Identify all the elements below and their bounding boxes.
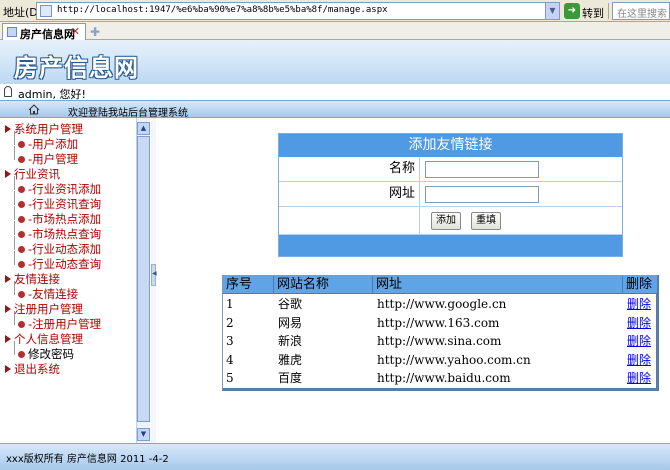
cell-url: http://www.yahoo.com.cn <box>377 352 531 367</box>
cell-url: http://www.163.com <box>377 315 500 330</box>
toolbar-divider <box>608 3 609 19</box>
cell-name: 雅虎 <box>278 352 303 367</box>
sidebar-item[interactable]: -注册用户管理 <box>4 311 132 332</box>
button-row-spacer <box>279 207 420 234</box>
table-row: 4 雅虎 http://www.yahoo.com.cn 删除 <box>223 351 657 370</box>
user-bar: admin, 您好! <box>0 84 670 101</box>
site-title: 房产信息网 <box>14 54 139 82</box>
cell-url: http://www.google.cn <box>377 297 507 311</box>
cell-id: 2 <box>226 315 234 330</box>
sidebar-section[interactable]: 个人信息管理 <box>4 332 132 347</box>
sidebar-section[interactable]: 退出系统 <box>4 362 132 377</box>
table-row: 5 百度 http://www.baidu.com 删除 <box>223 369 657 388</box>
cell-id: 5 <box>226 371 234 385</box>
reset-button[interactable]: 重填 <box>471 212 501 230</box>
sidebar-item[interactable]: -行业资讯添加 <box>4 176 132 197</box>
sidebar-item[interactable]: -友情连接 <box>4 281 132 302</box>
delete-link[interactable]: 删除 <box>627 369 651 388</box>
tab-bar: 房产信息网 ✕ ✚ <box>0 22 670 41</box>
cell-name: 谷歌 <box>278 297 303 311</box>
nav-welcome: 欢迎登陆我站后台管理系统 <box>68 108 188 119</box>
close-icon[interactable]: ✕ <box>71 25 80 38</box>
button-row: 添加 重填 <box>279 207 622 235</box>
tab-main[interactable]: 房产信息网 ✕ <box>2 23 86 41</box>
sidebar-scrollbar[interactable]: ▲ ▼ <box>136 118 150 443</box>
col-header-id: 序号 <box>223 276 274 294</box>
sidebar-item[interactable]: -市场热点添加 <box>4 206 132 227</box>
sidebar-section[interactable]: 系统用户管理 <box>4 122 132 137</box>
name-row: 名称 <box>279 157 622 182</box>
table-row: 1 谷歌 http://www.google.cn 删除 <box>223 295 657 314</box>
sidebar: 系统用户管理 -用户添加 -用户管理 行业资讯 -行业资讯添加 -行业资讯查询 -市场热点添… <box>0 118 150 443</box>
sidebar-section[interactable]: 注册用户管理 <box>4 302 132 317</box>
page-icon <box>7 27 17 37</box>
address-input[interactable]: http://localhost:1947/%e6%ba%90%e7%a8%8b… <box>36 2 560 20</box>
site-banner: 房产信息网 <box>0 40 670 84</box>
cell-id: 3 <box>226 334 234 348</box>
links-table: 序号 网站名称 网址 删除 1 谷歌 http://www.google.cn 删除 2… <box>222 275 659 391</box>
sidebar-section[interactable]: 行业资讯 <box>4 167 132 182</box>
add-link-form: 添加友情链接 名称 网址 添加 重填 <box>278 133 623 257</box>
form-title: 添加友情链接 <box>279 134 622 157</box>
delete-link[interactable]: 删除 <box>627 295 651 314</box>
address-bar: 地址(D) http://localhost:1947/%e6%ba%90%e7… <box>0 0 670 22</box>
name-label: 名称 <box>279 157 420 181</box>
chevron-down-icon[interactable]: ▼ <box>545 3 559 19</box>
footer: xxx版权所有 房产信息网 2011 -4-2 <box>0 443 670 470</box>
sidebar-section[interactable]: 友情连接 <box>4 272 132 287</box>
new-tab-icon[interactable]: ✚ <box>90 25 100 39</box>
add-button[interactable]: 添加 <box>431 212 461 230</box>
cell-id: 1 <box>226 297 234 311</box>
sidebar-menu: 系统用户管理 -用户添加 -用户管理 行业资讯 -行业资讯添加 -行业资讯查询 -市场热点添… <box>4 122 132 377</box>
table-row: 2 网易 http://www.163.com 删除 <box>223 314 657 333</box>
col-header-url: 网址 <box>373 276 623 294</box>
delete-link[interactable]: 删除 <box>627 314 651 333</box>
col-header-delete: 删除 <box>626 277 653 292</box>
sidebar-item[interactable]: 修改密码 <box>4 341 132 362</box>
table-header: 序号 网站名称 网址 删除 <box>223 276 657 294</box>
cell-url: http://www.baidu.com <box>377 371 511 385</box>
search-input[interactable]: 在这里搜索（A） <box>612 2 670 20</box>
scroll-down-icon[interactable]: ▼ <box>137 428 150 441</box>
form-footer <box>279 235 622 256</box>
sidebar-item[interactable]: -行业动态添加 <box>4 236 132 257</box>
url-row: 网址 <box>279 182 622 207</box>
sidebar-item[interactable]: -行业资讯查询 <box>4 191 132 212</box>
name-input[interactable] <box>425 161 539 178</box>
go-arrow-icon[interactable]: ➜ <box>564 3 580 19</box>
go-button[interactable]: 转到 <box>582 5 604 21</box>
col-header-name: 网站名称 <box>274 276 373 294</box>
url-input[interactable] <box>425 186 539 203</box>
user-icon <box>4 86 12 97</box>
sidebar-item[interactable]: -市场热点查询 <box>4 221 132 242</box>
url-label: 网址 <box>279 182 420 206</box>
copyright-text: xxx版权所有 房产信息网 2011 -4-2 <box>6 454 169 465</box>
collapse-handle-icon[interactable]: ◀ <box>151 264 157 286</box>
sidebar-item[interactable]: -用户添加 <box>4 131 132 152</box>
cell-id: 4 <box>226 352 234 367</box>
delete-link[interactable]: 删除 <box>627 351 651 370</box>
delete-link[interactable]: 删除 <box>627 332 651 351</box>
scroll-up-icon[interactable]: ▲ <box>137 122 150 135</box>
scroll-thumb[interactable] <box>137 136 150 422</box>
cell-url: http://www.sina.com <box>377 334 502 348</box>
cell-name: 百度 <box>278 371 303 385</box>
page-icon <box>40 5 52 17</box>
cell-name: 新浪 <box>278 334 303 348</box>
home-icon[interactable] <box>28 104 40 115</box>
frame-splitter[interactable]: ◀ <box>151 118 157 443</box>
nav-bar: 欢迎登陆我站后台管理系统 <box>0 100 670 119</box>
address-url[interactable]: http://localhost:1947/%e6%ba%90%e7%a8%8b… <box>57 5 388 15</box>
sidebar-item[interactable]: -用户管理 <box>4 146 132 167</box>
table-row: 3 新浪 http://www.sina.com 删除 <box>223 332 657 351</box>
sidebar-item[interactable]: -行业动态查询 <box>4 251 132 272</box>
cell-name: 网易 <box>278 315 303 330</box>
